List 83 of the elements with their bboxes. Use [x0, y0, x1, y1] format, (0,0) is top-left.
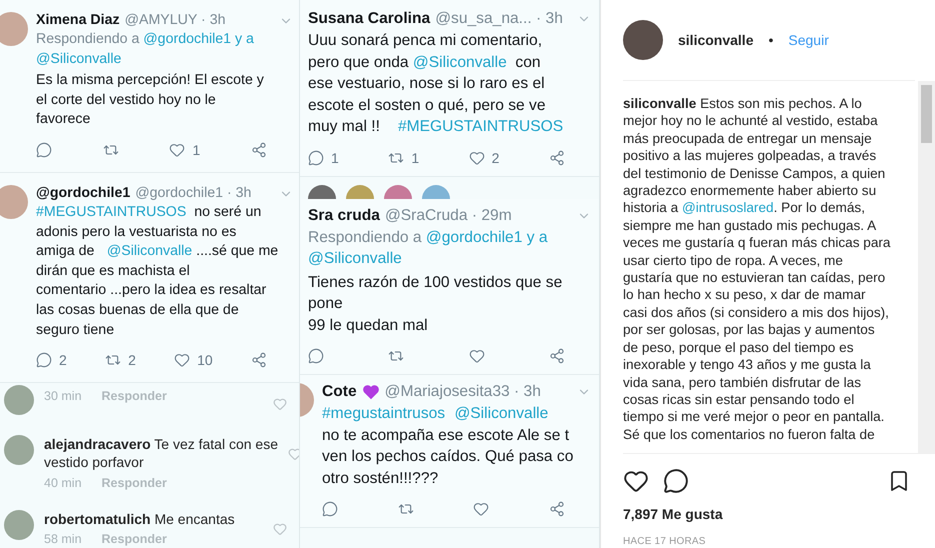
- author-handle: @AMYLUY · 3h: [124, 12, 226, 28]
- like-button[interactable]: 1: [169, 142, 200, 158]
- reply-button[interactable]: [322, 501, 338, 518]
- reply-icon: [36, 352, 52, 368]
- mention-link[interactable]: @Siliconvalle: [308, 250, 402, 268]
- separator-dot: •: [768, 32, 774, 48]
- mention-link[interactable]: @Siliconvalle: [106, 243, 192, 260]
- mention-link[interactable]: @intrusoslared: [682, 200, 774, 216]
- share-icon: [250, 352, 267, 368]
- tweet-text: Es la misma percepción! El escote y el corte del vestido hoy no le favorece: [36, 71, 265, 130]
- tweet-text: #megustaintrusos @Siliconvalle no te acompaña ese escote Ale se t ven los pechos caídos. Qué pasa co otro sostén!!!???: [322, 404, 574, 489]
- comment-icon[interactable]: [663, 468, 689, 494]
- heart-icon: [362, 384, 380, 400]
- avatar: [4, 510, 34, 540]
- replying-to: Respondiendo a @gordochile1 y a @Siliconvalle: [308, 228, 549, 270]
- comment-time: 30 min: [44, 389, 82, 404]
- reply-button[interactable]: 1: [308, 150, 339, 166]
- reply-button[interactable]: 2: [36, 352, 67, 368]
- tweet-text: Uuu sonará penca mi comentario, pero que onda @Siliconvalle con ese vestuario, nose si lo raro es el escote el sosten o qué, pero se ve muy mal !! #MEGUSTAINTRUSOS: [308, 31, 564, 138]
- reply-link[interactable]: Responder: [102, 532, 167, 546]
- comment-time: 58 min: [44, 532, 82, 546]
- like-button[interactable]: 10: [174, 352, 213, 368]
- mention-link[interactable]: @Siliconvalle: [36, 50, 122, 67]
- heart-icon: [468, 348, 485, 364]
- share-button[interactable]: [548, 501, 565, 518]
- mention-link[interactable]: #megustaintrusos: [322, 405, 446, 422]
- share-button[interactable]: [548, 150, 565, 166]
- mention-link[interactable]: #MEGUSTAINTRUSOS: [398, 118, 564, 136]
- comment-text: alejandracavero Te vez fatal con ese vestido porfavor: [44, 435, 278, 472]
- scrollbar[interactable]: [918, 81, 935, 453]
- avatar: [4, 435, 34, 466]
- share-icon: [548, 150, 565, 166]
- author-handle: @su_sa_na... · 3h: [435, 10, 563, 28]
- author-handle: @SraCruda · 29m: [384, 206, 512, 225]
- reply-icon: [308, 150, 324, 166]
- reply-icon: [322, 501, 338, 518]
- reply-button[interactable]: [308, 348, 324, 364]
- like-count: 7,897 Me gusta: [623, 506, 724, 522]
- author-name: Cote: [322, 383, 357, 402]
- author-handle: @gordochile1 · 3h: [135, 184, 252, 201]
- heart-icon: [169, 142, 186, 158]
- like-button[interactable]: [468, 348, 485, 364]
- follow-button[interactable]: Seguir: [788, 32, 829, 48]
- share-icon: [548, 501, 565, 518]
- reply-link[interactable]: Responder: [102, 389, 167, 404]
- retweet-button[interactable]: 2: [105, 352, 136, 368]
- avatar: [0, 12, 28, 46]
- author-handle: @Mariajosesita33 · 3h: [384, 383, 541, 402]
- author-name: Susana Carolina: [308, 10, 430, 28]
- comment-text: robertomatulich Me encantas: [44, 510, 235, 528]
- mention-link[interactable]: @Siliconvalle: [454, 405, 548, 422]
- author-name: @gordochile1: [36, 184, 130, 201]
- author-name: Ximena Diaz: [36, 12, 120, 28]
- reply-icon: [308, 348, 324, 364]
- username[interactable]: siliconvalle: [678, 32, 754, 48]
- share-button[interactable]: [548, 348, 565, 364]
- tweet-text: #MEGUSTAINTRUSOS no seré un adonis pero la vestuarista no es amiga de @Siliconvalle ....sé que me dirán que es machista el comentario ...pero la idea es resaltar las cosas buenas de ella que de seguro tiene: [36, 202, 280, 340]
- share-icon: [251, 142, 267, 158]
- post-caption: siliconvalle Estos son mis pechos. A lo mejor hoy no le achunté al vestido, estaba más preocupada de entregar un mensaje positivo a las mujeres golpeadas, a través del testimonio de Denisse Campos, a quien agradezco enormemente haber abierto su historia a @intrusoslared. Por lo demás, siempre me han gustado mis pechugas. A veces me gustaría q fueran más chicas para usar cierto tipo de ropa. A veces, me gustaría que no estuvieran tan caídas, pero lo han hecho x su peso, x dar de mamar casi dos años (si considero a mis dos hijos), por ser golosas, por las bajas y aumentos de peso, porque el paso del tiempo es inexorable y tengo 43 años y me gusta la vida sana, pero también disfrutar de las cosas ricas sin estar pensando todo el tiempo si me veré mejor o peor en pantalla. Sé que los comentarios no fueron falta de: [623, 95, 892, 444]
- heart-icon: [174, 352, 190, 368]
- avatar: [0, 184, 28, 219]
- reply-button[interactable]: [36, 142, 52, 158]
- avatar: [4, 385, 34, 416]
- avatar: [623, 20, 663, 60]
- like-button[interactable]: 2: [468, 150, 500, 166]
- retweet-button[interactable]: 1: [388, 150, 420, 166]
- mention-link[interactable]: @gordochile1 y a: [426, 228, 548, 246]
- mention-link[interactable]: #MEGUSTAINTRUSOS: [36, 204, 186, 220]
- comment-time: 40 min: [44, 476, 82, 490]
- reply-icon: [36, 142, 52, 158]
- post-time: HACE 17 HORAS: [623, 536, 707, 547]
- like-button[interactable]: [473, 501, 490, 518]
- replying-to: Respondiendo a @gordochile1 y a @Siliconvalle: [36, 30, 255, 69]
- tweet-text: Tienes razón de 100 vestidos que se pone 99 le quedan mal: [308, 272, 564, 336]
- share-icon: [548, 348, 565, 364]
- mention-link[interactable]: @Siliconvalle: [412, 54, 507, 71]
- heart-icon: [468, 150, 485, 166]
- heart-icon: [473, 501, 490, 518]
- reply-link[interactable]: Responder: [102, 476, 167, 490]
- share-button[interactable]: [250, 352, 267, 368]
- mention-link[interactable]: @gordochile1 y a: [143, 31, 254, 47]
- share-button[interactable]: [251, 142, 267, 158]
- author-name: Sra cruda: [308, 206, 380, 225]
